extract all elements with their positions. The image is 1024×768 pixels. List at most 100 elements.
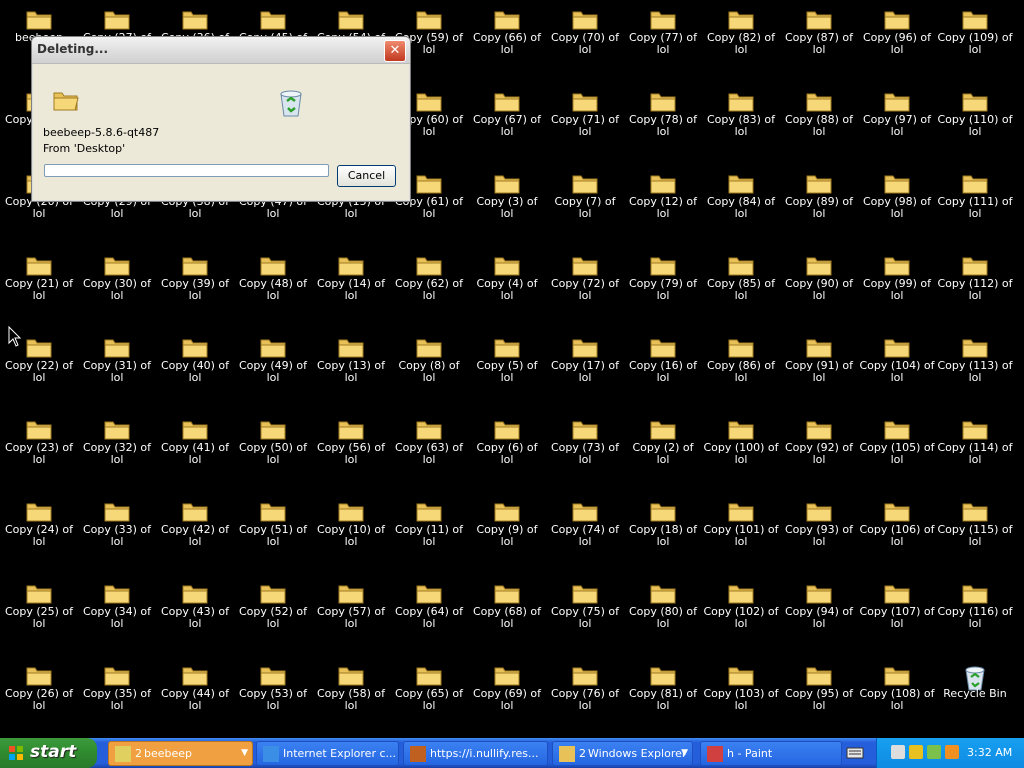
desktop-icon[interactable]: Copy (102) of lol bbox=[702, 578, 780, 630]
desktop-icon[interactable]: Copy (41) of lol bbox=[156, 414, 234, 466]
desktop-icon[interactable]: Copy (13) of lol bbox=[312, 332, 390, 384]
desktop-icon[interactable]: Copy (32) of lol bbox=[78, 414, 156, 466]
desktop-icon[interactable]: Copy (99) of lol bbox=[858, 250, 936, 302]
desktop-icon[interactable]: Copy (111) of lol bbox=[936, 168, 1014, 220]
desktop-icon[interactable]: Copy (39) of lol bbox=[156, 250, 234, 302]
desktop-icon[interactable]: Copy (84) of lol bbox=[702, 168, 780, 220]
desktop-icon[interactable]: Copy (73) of lol bbox=[546, 414, 624, 466]
desktop-icon[interactable]: Copy (7) of lol bbox=[546, 168, 624, 220]
desktop-icon[interactable]: Copy (44) of lol bbox=[156, 660, 234, 712]
desktop-icon[interactable]: Copy (25) of lol bbox=[0, 578, 78, 630]
desktop-icon[interactable]: Copy (3) of lol bbox=[468, 168, 546, 220]
security-shield-icon[interactable] bbox=[909, 745, 923, 759]
desktop-icon[interactable]: Copy (18) of lol bbox=[624, 496, 702, 548]
desktop-icon[interactable]: Copy (104) of lol bbox=[858, 332, 936, 384]
desktop-icon[interactable]: Copy (71) of lol bbox=[546, 86, 624, 138]
desktop-icon[interactable]: Copy (23) of lol bbox=[0, 414, 78, 466]
desktop-icon[interactable]: Copy (2) of lol bbox=[624, 414, 702, 466]
desktop-icon[interactable]: Copy (91) of lol bbox=[780, 332, 858, 384]
desktop-icon[interactable]: Copy (107) of lol bbox=[858, 578, 936, 630]
desktop-icon[interactable]: Copy (77) of lol bbox=[624, 4, 702, 56]
desktop-icon[interactable]: Copy (53) of lol bbox=[234, 660, 312, 712]
clock[interactable]: 3:32 AM bbox=[967, 746, 1012, 759]
close-button[interactable]: ✕ bbox=[384, 40, 406, 62]
desktop-icon[interactable]: Copy (103) of lol bbox=[702, 660, 780, 712]
desktop-icon[interactable]: Copy (17) of lol bbox=[546, 332, 624, 384]
start-button[interactable]: start bbox=[0, 738, 97, 768]
desktop-icon[interactable]: Copy (86) of lol bbox=[702, 332, 780, 384]
desktop-icon[interactable]: Copy (95) of lol bbox=[780, 660, 858, 712]
search-icon[interactable] bbox=[945, 745, 959, 759]
desktop-icon[interactable]: Copy (75) of lol bbox=[546, 578, 624, 630]
desktop-icon[interactable]: Copy (85) of lol bbox=[702, 250, 780, 302]
desktop-icon[interactable]: Copy (72) of lol bbox=[546, 250, 624, 302]
desktop-icon[interactable]: Copy (114) of lol bbox=[936, 414, 1014, 466]
desktop-icon[interactable]: Copy (89) of lol bbox=[780, 168, 858, 220]
desktop-icon[interactable]: Copy (11) of lol bbox=[390, 496, 468, 548]
keyboard-language-icon[interactable] bbox=[846, 744, 864, 762]
desktop-icon[interactable]: Copy (87) of lol bbox=[780, 4, 858, 56]
desktop-icon[interactable]: Copy (33) of lol bbox=[78, 496, 156, 548]
desktop-icon[interactable]: Copy (76) of lol bbox=[546, 660, 624, 712]
desktop-icon[interactable]: Copy (30) of lol bbox=[78, 250, 156, 302]
desktop-icon[interactable]: Copy (21) of lol bbox=[0, 250, 78, 302]
desktop-icon[interactable]: Copy (6) of lol bbox=[468, 414, 546, 466]
desktop-icon[interactable]: Copy (106) of lol bbox=[858, 496, 936, 548]
desktop-icon[interactable]: Copy (82) of lol bbox=[702, 4, 780, 56]
desktop-icon[interactable]: Copy (64) of lol bbox=[390, 578, 468, 630]
desktop-icon[interactable]: Copy (14) of lol bbox=[312, 250, 390, 302]
desktop-icon[interactable]: Copy (24) of lol bbox=[0, 496, 78, 548]
desktop-icon[interactable]: Copy (4) of lol bbox=[468, 250, 546, 302]
desktop-icon[interactable]: Copy (9) of lol bbox=[468, 496, 546, 548]
taskbar-button-beebeep[interactable]: 2 beebeep ▼ bbox=[108, 741, 253, 766]
desktop-icon[interactable]: Copy (70) of lol bbox=[546, 4, 624, 56]
desktop-icon[interactable]: Copy (101) of lol bbox=[702, 496, 780, 548]
taskbar-button-browser[interactable]: https://i.nullify.res... bbox=[403, 741, 548, 766]
desktop-icon[interactable]: Copy (109) of lol bbox=[936, 4, 1014, 56]
desktop-icon[interactable]: Copy (34) of lol bbox=[78, 578, 156, 630]
desktop-icon[interactable]: Copy (78) of lol bbox=[624, 86, 702, 138]
desktop-icon[interactable]: Copy (65) of lol bbox=[390, 660, 468, 712]
cancel-button[interactable]: Cancel bbox=[337, 165, 396, 187]
taskbar-button-paint[interactable]: h - Paint bbox=[700, 741, 842, 766]
desktop-icon[interactable]: Copy (115) of lol bbox=[936, 496, 1014, 548]
desktop-icon[interactable]: Copy (49) of lol bbox=[234, 332, 312, 384]
desktop-icon-recycle-bin[interactable]: Recycle Bin bbox=[936, 660, 1014, 700]
desktop-icon[interactable]: Copy (108) of lol bbox=[858, 660, 936, 712]
desktop-icon[interactable]: Copy (31) of lol bbox=[78, 332, 156, 384]
network-icon[interactable] bbox=[891, 745, 905, 759]
desktop-icon[interactable]: Copy (68) of lol bbox=[468, 578, 546, 630]
desktop-icon[interactable]: Copy (66) of lol bbox=[468, 4, 546, 56]
desktop-icon[interactable]: Copy (40) of lol bbox=[156, 332, 234, 384]
desktop-icon[interactable]: Copy (112) of lol bbox=[936, 250, 1014, 302]
desktop-icon[interactable]: Copy (12) of lol bbox=[624, 168, 702, 220]
desktop-icon[interactable]: Copy (93) of lol bbox=[780, 496, 858, 548]
desktop-icon[interactable]: Copy (90) of lol bbox=[780, 250, 858, 302]
desktop-icon[interactable]: Copy (79) of lol bbox=[624, 250, 702, 302]
desktop-icon[interactable]: Copy (50) of lol bbox=[234, 414, 312, 466]
desktop-icon[interactable]: Copy (69) of lol bbox=[468, 660, 546, 712]
desktop-icon[interactable]: Copy (10) of lol bbox=[312, 496, 390, 548]
desktop-icon[interactable]: Copy (26) of lol bbox=[0, 660, 78, 712]
desktop-icon[interactable]: Copy (5) of lol bbox=[468, 332, 546, 384]
desktop-icon[interactable]: Copy (110) of lol bbox=[936, 86, 1014, 138]
desktop-icon[interactable]: Copy (80) of lol bbox=[624, 578, 702, 630]
desktop-icon[interactable]: Copy (81) of lol bbox=[624, 660, 702, 712]
desktop-icon[interactable]: Copy (113) of lol bbox=[936, 332, 1014, 384]
desktop-icon[interactable]: Copy (58) of lol bbox=[312, 660, 390, 712]
desktop-icon[interactable]: Copy (100) of lol bbox=[702, 414, 780, 466]
desktop-icon[interactable]: Copy (105) of lol bbox=[858, 414, 936, 466]
desktop-icon[interactable]: Copy (52) of lol bbox=[234, 578, 312, 630]
desktop-icon[interactable]: Copy (63) of lol bbox=[390, 414, 468, 466]
desktop-icon[interactable]: Copy (116) of lol bbox=[936, 578, 1014, 630]
desktop-icon[interactable]: Copy (67) of lol bbox=[468, 86, 546, 138]
desktop-icon[interactable]: Copy (43) of lol bbox=[156, 578, 234, 630]
desktop-icon[interactable]: Copy (16) of lol bbox=[624, 332, 702, 384]
desktop-icon[interactable]: Copy (92) of lol bbox=[780, 414, 858, 466]
desktop-icon[interactable]: Copy (48) of lol bbox=[234, 250, 312, 302]
taskbar-button-ie[interactable]: Internet Explorer c... bbox=[256, 741, 399, 766]
desktop-icon[interactable]: Copy (62) of lol bbox=[390, 250, 468, 302]
desktop-icon[interactable]: Copy (88) of lol bbox=[780, 86, 858, 138]
dialog-titlebar[interactable]: Deleting... ✕ bbox=[32, 37, 410, 64]
desktop-icon[interactable]: Copy (97) of lol bbox=[858, 86, 936, 138]
